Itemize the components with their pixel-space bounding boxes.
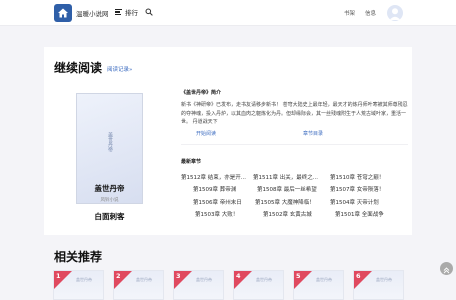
- chapter-link[interactable]: 第1508章 最后一丝希望: [257, 185, 317, 193]
- messages-link[interactable]: 信息: [365, 9, 376, 17]
- chapter-link[interactable]: 第1512章 结束，亦是开...: [181, 173, 246, 181]
- book-name[interactable]: 盖世丹帝: [76, 183, 143, 194]
- rank-number: 5: [296, 272, 301, 280]
- recommend-card[interactable]: 2 盖世丹帝: [113, 270, 164, 300]
- rank-number: 2: [116, 272, 121, 280]
- cover-text: 盖世丹帝: [316, 277, 332, 282]
- chapter-link[interactable]: 第1503章 大败！: [195, 210, 238, 218]
- intro-text: 新书《神研帝》已发布，走书友请移步新书！ 苍穹大陆史上最年轻，最天才的炼丹师叶寒…: [181, 102, 408, 126]
- recommend-card[interactable]: 3 盖世丹帝: [173, 270, 224, 300]
- rank-number: 4: [236, 272, 241, 280]
- book-author: 风铃小说: [100, 198, 119, 203]
- cover-text: 盖世丹帝: [256, 277, 272, 282]
- site-name[interactable]: 温暖小说网: [76, 8, 109, 18]
- chapter-link[interactable]: 第1511章 出关，最终之...: [253, 173, 318, 181]
- start-reading-button[interactable]: 开始阅读: [196, 130, 216, 137]
- table-of-contents-button[interactable]: 章节目录: [303, 130, 323, 137]
- latest-chapters-title: 最新章节: [181, 159, 202, 165]
- chapter-link[interactable]: 第1507章 女帝陨落！: [330, 185, 384, 193]
- intro-title: 《盖世丹帝》简介: [181, 90, 222, 96]
- chapter-link[interactable]: 第1502章 玄黄古城: [263, 210, 312, 218]
- rank-number: 1: [56, 272, 61, 280]
- bookshelf-link[interactable]: 书架: [344, 9, 355, 17]
- divider: [181, 144, 408, 145]
- recommend-card[interactable]: 4 盖世丹帝: [233, 270, 284, 300]
- rank-label: 排行: [125, 9, 138, 17]
- cover-text: 盖世丹帝: [376, 277, 392, 282]
- chapter-link[interactable]: 第1505章 大魔神降临！: [255, 198, 315, 206]
- next-book-name[interactable]: 白面刺客: [76, 211, 143, 222]
- chapter-link[interactable]: 第1510章 苍穹之巅！: [330, 173, 384, 181]
- rank-number: 6: [356, 272, 361, 280]
- chapter-link[interactable]: 第1504章 灭帝计划: [330, 198, 379, 206]
- top-nav-bar: 温暖小说网 排行 书架 信息: [0, 0, 456, 26]
- chapter-link[interactable]: 第1501章 全面战争: [335, 210, 384, 218]
- rank-number: 3: [176, 272, 181, 280]
- cover-title: 盖世丹帝: [107, 132, 113, 152]
- cover-text: 盖世丹帝: [136, 277, 152, 282]
- search-icon[interactable]: [145, 8, 153, 16]
- user-avatar[interactable]: [387, 5, 403, 21]
- recommend-card[interactable]: 6 盖世丹帝: [353, 270, 404, 300]
- chapter-link[interactable]: 第1506章 帝州末日: [193, 198, 242, 206]
- recommend-title: 相关推荐: [54, 250, 103, 264]
- cover-text: 盖世丹帝: [196, 277, 212, 282]
- rank-link[interactable]: 排行: [115, 7, 138, 17]
- arrow-up-icon: [443, 267, 450, 274]
- continue-reading-title: 继续阅读: [54, 61, 103, 75]
- back-to-top-button[interactable]: [440, 262, 453, 275]
- cover-text: 盖世丹帝: [76, 277, 92, 282]
- recommend-card[interactable]: 1 盖世丹帝: [53, 270, 104, 300]
- recommend-card[interactable]: 5 盖世丹帝: [293, 270, 344, 300]
- reading-history-link[interactable]: 阅读记录»: [107, 65, 132, 73]
- chapter-link[interactable]: 第1509章 葬帝渊: [193, 185, 236, 193]
- list-icon: [115, 9, 122, 15]
- site-logo-house-icon[interactable]: [54, 4, 72, 22]
